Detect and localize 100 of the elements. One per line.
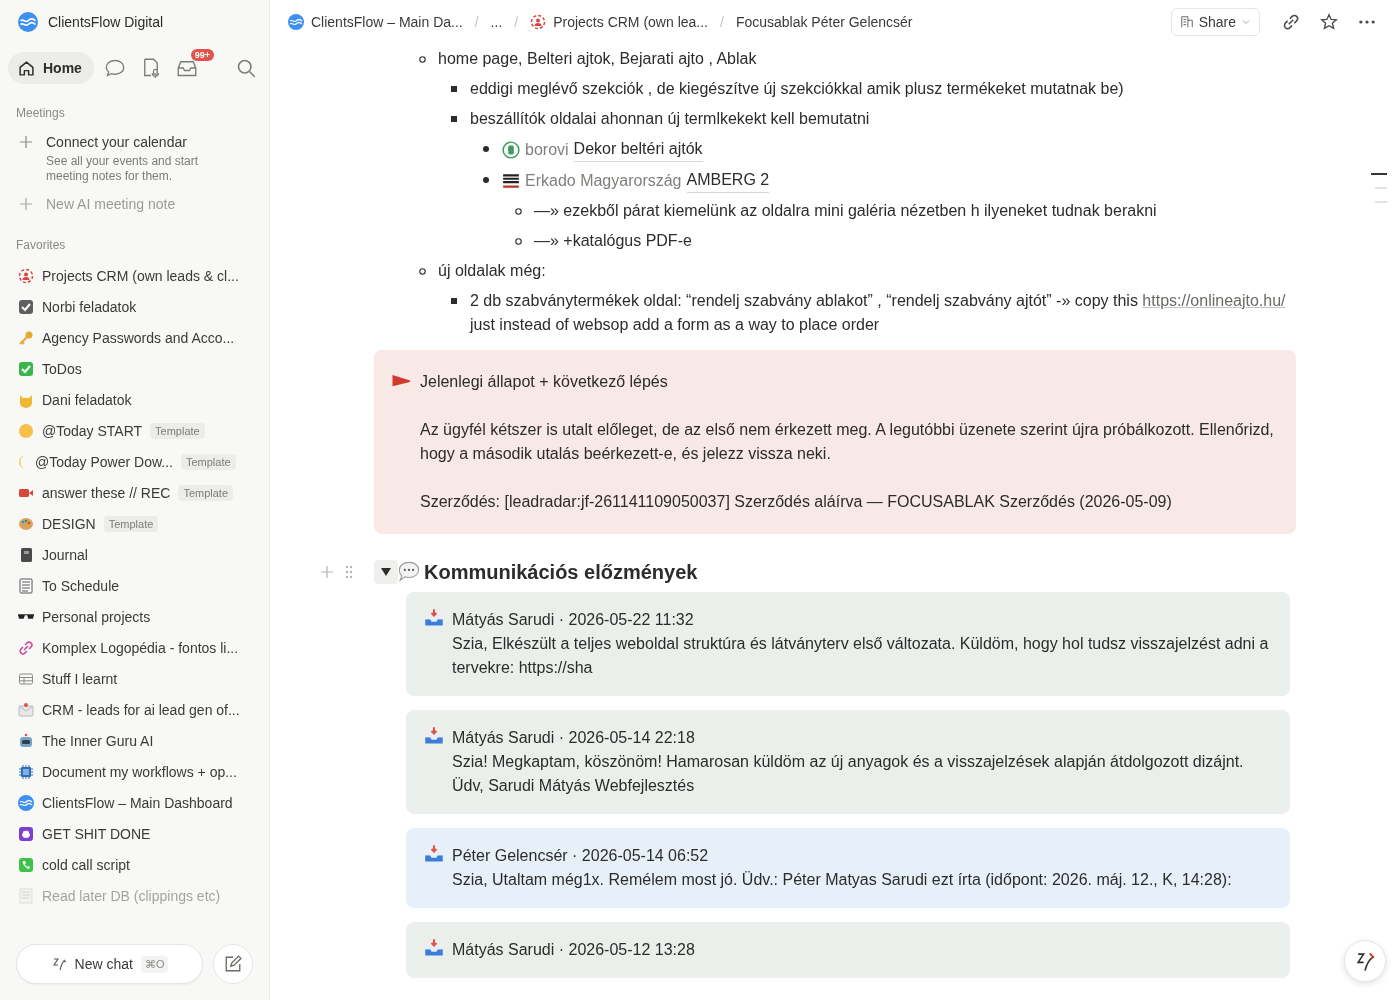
- favorite-page-link[interactable]: Personal projects: [42, 608, 151, 625]
- search-icon: [236, 58, 256, 78]
- keyboard-shortcut: ⌘O: [140, 955, 169, 973]
- inbox-tray-icon: [424, 844, 444, 864]
- square-bullet: [451, 298, 457, 304]
- favorite-page-link[interactable]: DESIGN: [42, 515, 96, 532]
- favorite-page-link[interactable]: Projects CRM (own leads & cl...: [42, 267, 239, 284]
- favorite-page-link[interactable]: Agency Passwords and Acco...: [42, 329, 235, 346]
- favorite-page-link[interactable]: Norbi feladatok: [42, 298, 137, 315]
- notification-badge: 99+: [190, 49, 214, 61]
- inbox-tray-icon: [424, 608, 444, 628]
- template-tag: Template: [150, 422, 205, 439]
- list-item-text: eddigi meglévő szekciók , de kiegészítve új szekciókkal amik plusz termékeket mutatnak be): [470, 79, 1124, 99]
- breadcrumb-link[interactable]: ClientsFlow – Main Da...: [288, 14, 463, 30]
- breadcrumb-link[interactable]: Projects CRM (own lea...: [530, 14, 708, 30]
- page-mention-link[interactable]: AMBERG 2: [686, 168, 770, 193]
- message-header: Mátyás Sarudi · 2026-05-22 11:32: [452, 610, 695, 630]
- target-icon: [18, 267, 34, 284]
- workspace-name[interactable]: ClientsFlow Digital: [48, 14, 164, 30]
- breadcrumb-separator: /: [474, 14, 479, 30]
- favorite-page-link[interactable]: cold call script: [42, 856, 130, 873]
- inbox-icon: [176, 58, 197, 78]
- section-heading: Meetings: [15, 106, 66, 120]
- favorite-page-link[interactable]: CRM - leads for ai lead gen of...: [42, 701, 240, 718]
- link-icon: [18, 639, 34, 656]
- message-body: Szia, Utaltam még1x. Remélem most jó. Üdv.: Péter Matyas Sarudi ezt írta (időpont: 2026. máj. 12., K, 14:28):: [452, 870, 1232, 890]
- disc-bullet: [483, 177, 489, 183]
- square-bullet: [451, 116, 457, 122]
- favorite-page-link[interactable]: Journal: [42, 546, 88, 563]
- compose-button[interactable]: [213, 944, 253, 984]
- page-mention-source: Erkado Magyarország: [525, 170, 682, 191]
- compose-icon: [224, 955, 242, 973]
- inbox-tray-icon: [424, 938, 444, 958]
- page-mention-link[interactable]: Dekor beltéri ajtók: [573, 137, 703, 162]
- more-icon: [1359, 20, 1375, 24]
- favorite-page-link[interactable]: Dani feladatok: [42, 391, 132, 408]
- chevron-down-icon: [1241, 17, 1251, 27]
- key-icon: [18, 329, 34, 346]
- section-heading: Kommunikációs előzmények: [424, 560, 698, 584]
- inbox-tray-icon: [424, 726, 444, 746]
- template-tag: Template: [103, 515, 159, 532]
- favorite-page-link[interactable]: @Today Power Dow...: [35, 453, 173, 470]
- favorite-page-link[interactable]: ClientsFlow – Main Dashboard: [42, 794, 233, 811]
- favorite-page-link[interactable]: answer these // REC: [42, 484, 171, 501]
- outline-marker[interactable]: [1371, 173, 1387, 175]
- home-button[interactable]: Home: [8, 52, 94, 84]
- checkbox-icon: [18, 298, 34, 315]
- helper-text: See all your events and start meeting notes for them.: [46, 154, 200, 184]
- building-icon: [1179, 15, 1194, 29]
- favorite-page-link[interactable]: Document my workflows + op...: [42, 763, 237, 780]
- favorite-page-link[interactable]: To Schedule: [42, 577, 120, 594]
- callout-paragraph: Szerződés: [leadradar:jf-261141109050037] Szerződés aláírva — FOCUSABLAK Szerződés (2026-05-09): [420, 492, 1173, 512]
- outline-marker[interactable]: [1375, 187, 1387, 189]
- wave-logo-icon: [18, 794, 34, 811]
- ai-assistant-button[interactable]: [1344, 940, 1386, 982]
- circle-bullet: [514, 237, 522, 245]
- toggle-button[interactable]: [374, 560, 398, 584]
- favorite-page-link[interactable]: ToDos: [42, 360, 82, 377]
- workspace-logo-icon: [18, 12, 38, 32]
- home-icon: [18, 59, 35, 77]
- connect-calendar-link[interactable]: Connect your calendar: [46, 134, 216, 150]
- target-icon: [530, 14, 547, 30]
- favorite-page-link[interactable]: Stuff I learnt: [42, 670, 118, 687]
- list-item-text: új oldalak még:: [438, 261, 546, 281]
- plus-icon: [18, 134, 34, 150]
- robot-icon: [18, 732, 34, 749]
- share-button[interactable]: Share: [1170, 8, 1260, 36]
- breadcrumb-link[interactable]: Focusablak Péter Gelencsér: [735, 14, 913, 30]
- link-icon: [1282, 13, 1300, 31]
- message-body: Szia, Elkészült a teljes weboldal struktúra és látványterv első változata. Küldöm, hogy hol tudsz visszajelzést adni a tervekre: https://sha: [452, 634, 1270, 678]
- outline-marker[interactable]: [1375, 201, 1387, 203]
- favorite-page-link[interactable]: The Inner Guru AI: [42, 732, 154, 749]
- chip-icon: [18, 763, 34, 780]
- favorite-page-link[interactable]: Komplex Logopédia - fontos li...: [42, 639, 239, 656]
- message-header: Mátyás Sarudi · 2026-05-12 13:28: [452, 940, 695, 960]
- stripes-logo-icon: [502, 171, 520, 190]
- new-chat-button[interactable]: New chat ⌘O: [16, 944, 203, 984]
- circle-bullet: [418, 267, 426, 275]
- page-mention-source: borovi: [525, 139, 569, 160]
- breadcrumb-separator: /: [514, 14, 519, 30]
- breadcrumb-separator: /: [720, 14, 724, 30]
- callout-title: Jelenlegi állapot + következő lépés: [420, 372, 669, 392]
- triangle-down-icon: [380, 566, 392, 578]
- section-heading: Favorites: [15, 238, 67, 252]
- callout-paragraph: Az ügyfél kétszer is utalt előleget, de az első nem érkezett meg. A legutóbbi üzenete szerint újra próbálkozott. Ellenőrizd, hogy a második utalás beérkezett-e, és jelezz vissza neki.: [420, 420, 1275, 464]
- breadcrumb-link[interactable]: ...: [490, 14, 503, 30]
- drag-handle-icon: [344, 564, 354, 580]
- template-tag: Template: [180, 453, 236, 470]
- plus-icon: [319, 564, 335, 580]
- document-icon: [18, 577, 34, 594]
- phone-icon: [18, 856, 34, 873]
- circle-bullet: [418, 55, 426, 63]
- favorite-page-link[interactable]: @Today START: [42, 422, 143, 439]
- url-link[interactable]: https://onlineajto.hu/: [1142, 292, 1286, 309]
- list-item-text: 2 db szabványtermékek oldal: “rendelj szabvány ablakot” , “rendelj szabvány ajtót” -» copy this https://onlineajto.hu/ just instead of websop add a form as a way to place order: [470, 291, 1287, 335]
- wave-logo-icon: [288, 14, 304, 30]
- message-header: Péter Gelencsér · 2026-05-14 06:52: [452, 846, 710, 866]
- palette-icon: [18, 515, 34, 532]
- list-item-text: —» +katalógus PDF-e: [534, 231, 692, 251]
- favorite-page-link[interactable]: GET SHIT DONE: [42, 825, 151, 842]
